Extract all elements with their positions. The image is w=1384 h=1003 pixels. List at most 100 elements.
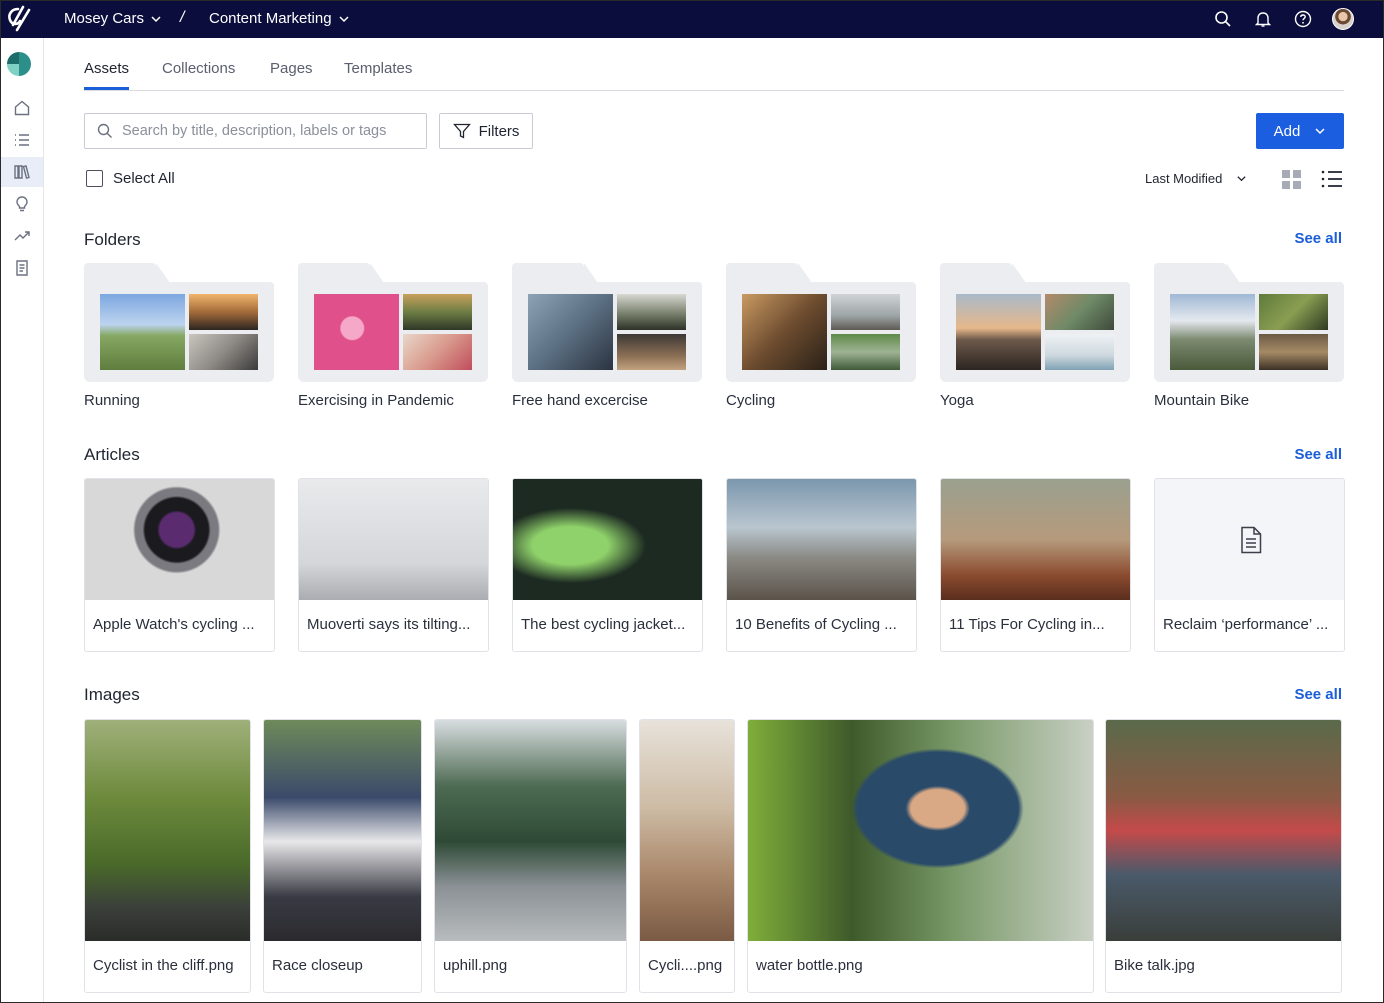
- image-thumbnail: [640, 720, 734, 941]
- images-heading: Images: [84, 685, 140, 704]
- trending-icon[interactable]: [0, 221, 43, 251]
- folder-thumbnail: [742, 294, 827, 370]
- image-title: Cyclist in the cliff.png: [93, 957, 234, 974]
- image-title: Bike talk.jpg: [1114, 957, 1195, 974]
- asset-tabs: Assets Collections Pages Templates: [84, 56, 1344, 91]
- folder-label: Running: [84, 392, 140, 409]
- document-icon: [1240, 526, 1261, 553]
- help-icon[interactable]: [1292, 8, 1314, 30]
- workspace-name: Mosey Cars: [64, 10, 145, 27]
- folder-thumbnail: [528, 294, 613, 370]
- checkbox[interactable]: [86, 170, 103, 187]
- workspace-switcher[interactable]: Mosey Cars: [64, 10, 162, 27]
- project-switcher[interactable]: Content Marketing: [209, 10, 350, 27]
- user-avatar[interactable]: [1332, 8, 1354, 30]
- chevron-down-icon: [1237, 176, 1246, 182]
- folders-see-all-link[interactable]: See all: [1294, 230, 1342, 247]
- list-view-icon[interactable]: [1321, 169, 1343, 189]
- avatar: [1332, 8, 1354, 30]
- article-thumbnail: [1155, 479, 1344, 600]
- library-icon[interactable]: [0, 157, 43, 187]
- folder-card[interactable]: Yoga: [940, 263, 1130, 413]
- article-card[interactable]: Reclaim ‘performance’ ...: [1154, 478, 1345, 652]
- image-thumbnail: [1106, 720, 1341, 941]
- article-card[interactable]: Muoverti says its tilting...: [298, 478, 489, 652]
- select-all-label: Select All: [113, 170, 175, 187]
- image-title: Cycli....png: [648, 957, 723, 974]
- folder-thumbnail: [617, 334, 686, 370]
- project-name: Content Marketing: [209, 10, 332, 27]
- search-box: [84, 113, 427, 149]
- folder-card[interactable]: Exercising in Pandemic: [298, 263, 488, 413]
- article-thumbnail: [727, 479, 916, 600]
- bell-icon[interactable]: [1252, 8, 1274, 30]
- chevron-down-icon: [1315, 128, 1325, 135]
- images-see-all-link[interactable]: See all: [1294, 686, 1342, 703]
- tab-collections[interactable]: Collections: [162, 60, 235, 90]
- article-card[interactable]: 11 Tips For Cycling in...: [940, 478, 1131, 652]
- image-card[interactable]: Bike talk.jpg: [1105, 719, 1342, 993]
- folder-label: Exercising in Pandemic: [298, 392, 454, 409]
- folder-label: Yoga: [940, 392, 974, 409]
- article-card[interactable]: 10 Benefits of Cycling ...: [726, 478, 917, 652]
- document-icon[interactable]: [0, 253, 43, 283]
- top-bar: Mosey Cars / Content Marketing: [0, 0, 1384, 38]
- article-thumbnail: [85, 479, 274, 600]
- article-thumbnail: [299, 479, 488, 600]
- top-bar-actions: [1212, 8, 1354, 30]
- filters-button[interactable]: Filters: [439, 113, 533, 149]
- add-button[interactable]: Add: [1256, 113, 1344, 149]
- article-card[interactable]: The best cycling jacket...: [512, 478, 703, 652]
- article-title: 11 Tips For Cycling in...: [949, 616, 1105, 633]
- chevron-down-icon: [151, 15, 161, 22]
- folder-thumbnail: [831, 294, 900, 330]
- image-card[interactable]: water bottle.png: [747, 719, 1094, 993]
- image-thumbnail: [264, 720, 421, 941]
- search-input[interactable]: [122, 123, 412, 139]
- folder-thumbnail: [403, 294, 472, 330]
- folder-thumbnail: [1259, 334, 1328, 370]
- search-icon[interactable]: [1212, 8, 1234, 30]
- image-thumbnail: [435, 720, 626, 941]
- articles-see-all-link[interactable]: See all: [1294, 446, 1342, 463]
- article-thumbnail: [513, 479, 702, 600]
- folder-card[interactable]: Cycling: [726, 263, 916, 413]
- folder-thumbnail: [314, 294, 399, 370]
- article-title: Apple Watch's cycling ...: [93, 616, 255, 633]
- sort-dropdown[interactable]: Last Modified: [1145, 171, 1247, 186]
- home-icon[interactable]: [0, 93, 43, 123]
- grid-view-icon[interactable]: [1282, 170, 1302, 190]
- image-card[interactable]: uphill.png: [434, 719, 627, 993]
- folder-card[interactable]: Running: [84, 263, 274, 413]
- article-title: Reclaim ‘performance’ ...: [1163, 616, 1329, 633]
- image-card[interactable]: Race closeup: [263, 719, 422, 993]
- filters-label: Filters: [478, 122, 520, 140]
- brand-icon[interactable]: [7, 52, 31, 76]
- folder-thumbnail: [100, 294, 185, 370]
- image-card[interactable]: Cyclist in the cliff.png: [84, 719, 251, 993]
- folder-card[interactable]: Mountain Bike: [1154, 263, 1344, 413]
- lightbulb-icon[interactable]: [0, 189, 43, 219]
- folder-thumbnail: [403, 334, 472, 370]
- article-title: 10 Benefits of Cycling ...: [735, 616, 897, 633]
- image-title: Race closeup: [272, 957, 363, 974]
- search-icon: [97, 123, 112, 138]
- image-card[interactable]: Cycli....png: [639, 719, 735, 993]
- folder-thumbnail: [1045, 334, 1114, 370]
- select-all-checkbox[interactable]: Select All: [86, 170, 175, 187]
- folder-card[interactable]: Free hand excercise: [512, 263, 702, 413]
- tab-templates[interactable]: Templates: [344, 60, 412, 90]
- tab-assets[interactable]: Assets: [84, 60, 130, 90]
- article-title: The best cycling jacket...: [521, 616, 686, 633]
- list-icon[interactable]: [0, 125, 43, 155]
- folder-label: Mountain Bike: [1154, 392, 1250, 409]
- app-logo-icon[interactable]: [4, 3, 34, 33]
- folder-thumbnail: [189, 334, 258, 370]
- article-card[interactable]: Apple Watch's cycling ...: [84, 478, 275, 652]
- folder-thumbnail: [189, 294, 258, 330]
- articles-heading: Articles: [84, 445, 140, 464]
- tab-pages[interactable]: Pages: [270, 60, 313, 90]
- image-thumbnail: [748, 720, 1093, 941]
- folder-thumbnail: [1170, 294, 1255, 370]
- folder-label: Free hand excercise: [512, 392, 648, 409]
